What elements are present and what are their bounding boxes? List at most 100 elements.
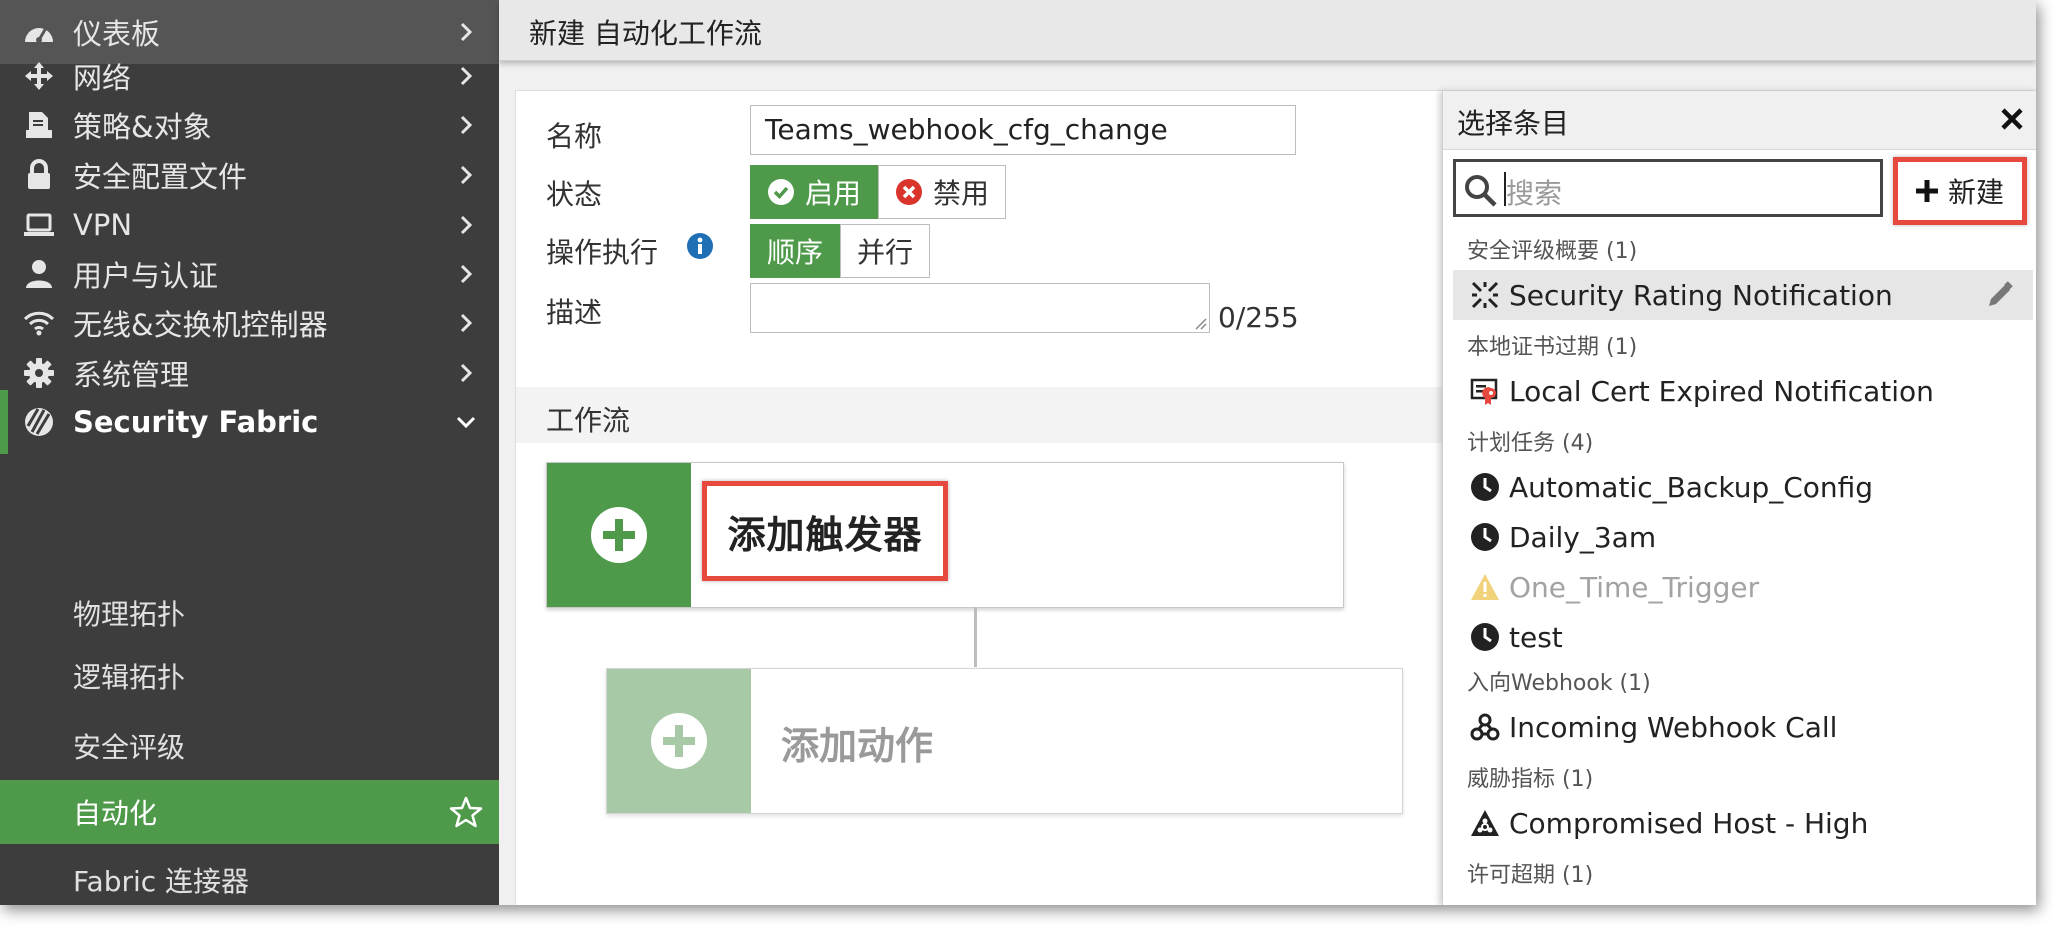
chevron-right-icon: [455, 21, 477, 43]
description-textarea[interactable]: [750, 283, 1210, 333]
fabric-icon: [22, 405, 56, 439]
webhook-icon: [1469, 711, 1501, 743]
search-icon: [1464, 174, 1498, 212]
entry-label: Automatic_Backup_Config: [1509, 470, 1874, 504]
add-action-card[interactable]: 添加动作: [606, 668, 1403, 814]
app-frame: 仪表板 网络 策略&对象 安全配置文件 VPN 用户与认证 无线&交换机控制器 …: [0, 0, 2036, 905]
search-placeholder: 搜索: [1506, 177, 1563, 210]
category-security-rating: 安全评级概要 (1): [1467, 239, 1638, 264]
chevron-right-icon: [455, 312, 477, 334]
category-scheduled-tasks: 计划任务 (4): [1467, 431, 1594, 456]
status-disable-button[interactable]: 禁用: [878, 165, 1007, 219]
sidebar-item-label: 安全配置文件: [73, 160, 248, 194]
description-label: 描述: [546, 296, 603, 329]
clock-icon: [1469, 521, 1501, 553]
category-incoming-webhook: 入向Webhook (1): [1467, 671, 1651, 696]
network-icon: [22, 59, 56, 93]
execution-toggle: 顺序 并行: [750, 224, 931, 278]
plus-circle-icon: [591, 507, 647, 563]
chevron-right-icon: [455, 362, 477, 384]
warning-icon: [1469, 571, 1501, 603]
close-icon[interactable]: [1998, 105, 2026, 133]
plus-icon: [1915, 180, 1938, 202]
sidebar-subitem-fabric-connectors[interactable]: Fabric 连接器: [0, 848, 499, 905]
entry-label: Compromised Host - High: [1509, 806, 1869, 840]
execution-sequential-button[interactable]: 顺序: [750, 224, 841, 278]
plus-circle-icon: [651, 713, 707, 769]
entry-label: test: [1509, 620, 1563, 654]
entry-compromised-host-high[interactable]: Compromised Host - High: [1453, 798, 2033, 848]
main-area: 新建 自动化工作流 名称 Teams_webhook_cfg_change 状态…: [499, 0, 2036, 905]
panel-header: 选择条目: [1443, 91, 2036, 150]
search-input[interactable]: 搜索: [1453, 159, 1883, 217]
add-action-side: [607, 669, 751, 813]
entry-daily-3am[interactable]: Daily_3am: [1453, 512, 2033, 562]
edit-pencil-icon[interactable]: [1985, 280, 2015, 310]
check-circle-icon: [767, 178, 795, 206]
sidebar-subitem-label: Fabric 连接器: [73, 865, 250, 898]
page-title: 新建 自动化工作流: [529, 17, 762, 50]
sidebar-subitem-automation[interactable]: 自动化: [0, 780, 499, 844]
gear-icon: [22, 356, 56, 390]
select-entry-panel: 选择条目 搜索 新建 安全评级概要 (1) Security Rating No…: [1442, 91, 2036, 905]
policy-icon: [22, 108, 56, 142]
entry-label: One_Time_Trigger: [1509, 570, 1760, 604]
entry-security-rating-notification[interactable]: Security Rating Notification: [1453, 270, 2033, 320]
entry-one-time-trigger[interactable]: One_Time_Trigger: [1453, 562, 2033, 612]
info-icon[interactable]: [686, 232, 714, 264]
sidebar-item-label: 策略&对象: [73, 110, 212, 144]
status-enable-button[interactable]: 启用: [750, 165, 879, 219]
workflow-section-title: 工作流: [546, 404, 631, 437]
sidebar-subitem-security-rating[interactable]: 安全评级: [0, 714, 499, 778]
laptop-icon: [22, 208, 56, 242]
security-rating-icon: [1469, 279, 1501, 311]
sidebar-item-label: 用户与认证: [73, 259, 219, 293]
chevron-right-icon: [455, 65, 477, 87]
execution-parallel-button[interactable]: 并行: [840, 224, 931, 278]
status-enable-label: 启用: [805, 177, 862, 210]
panel-title: 选择条目: [1457, 107, 1570, 140]
entry-label: Security Rating Notification: [1509, 278, 1893, 312]
entry-local-cert-expired[interactable]: Local Cert Expired Notification: [1453, 366, 2033, 416]
certificate-icon: [1469, 375, 1501, 407]
name-label: 名称: [546, 120, 603, 153]
sidebar-subitem-label: 自动化: [73, 797, 158, 830]
add-trigger-side: [547, 463, 691, 607]
chevron-right-icon: [455, 114, 477, 136]
resize-handle-icon[interactable]: [1193, 316, 1207, 330]
lock-icon: [22, 158, 56, 192]
new-entry-label: 新建: [1947, 176, 2004, 209]
sidebar-item-label: Security Fabric: [73, 405, 319, 439]
wifi-icon: [22, 306, 56, 340]
new-entry-button[interactable]: 新建: [1893, 157, 2027, 225]
entry-label: Daily_3am: [1509, 520, 1657, 554]
execution-label: 操作执行: [546, 236, 659, 269]
entry-incoming-webhook-call[interactable]: Incoming Webhook Call: [1453, 702, 2033, 752]
entry-test[interactable]: test: [1453, 612, 2033, 662]
chevron-down-icon: [455, 411, 477, 433]
clock-icon: [1469, 621, 1501, 653]
status-toggle: 启用 禁用: [750, 165, 1007, 219]
entry-label: Incoming Webhook Call: [1509, 710, 1838, 744]
name-input[interactable]: Teams_webhook_cfg_change: [750, 105, 1296, 155]
sidebar-item-label: 网络: [73, 61, 132, 95]
chevron-right-icon: [455, 164, 477, 186]
add-trigger-button[interactable]: 添加触发器: [702, 481, 948, 581]
user-icon: [22, 257, 56, 291]
favorite-star-icon[interactable]: [449, 795, 483, 829]
sidebar-subitem-logical-topology[interactable]: 逻辑拓扑: [0, 644, 499, 708]
biohazard-icon: [1469, 807, 1501, 839]
add-trigger-label: 添加触发器: [727, 512, 923, 557]
sidebar-subitem-physical-topology[interactable]: 物理拓扑: [0, 581, 499, 645]
sidebar-item-label: VPN: [73, 208, 133, 242]
workflow-connector: [974, 607, 977, 667]
add-trigger-card[interactable]: 添加触发器: [546, 462, 1344, 608]
entry-automatic-backup-config[interactable]: Automatic_Backup_Config: [1453, 462, 2033, 512]
status-disable-label: 禁用: [933, 177, 990, 210]
clock-icon: [1469, 471, 1501, 503]
page-header: 新建 自动化工作流: [499, 0, 2036, 61]
sidebar-subitem-label: 物理拓扑: [73, 598, 186, 631]
sidebar-item-security-fabric[interactable]: Security Fabric: [0, 390, 499, 454]
close-circle-icon: [895, 178, 923, 206]
description-char-count: 0/255: [1218, 301, 1299, 334]
